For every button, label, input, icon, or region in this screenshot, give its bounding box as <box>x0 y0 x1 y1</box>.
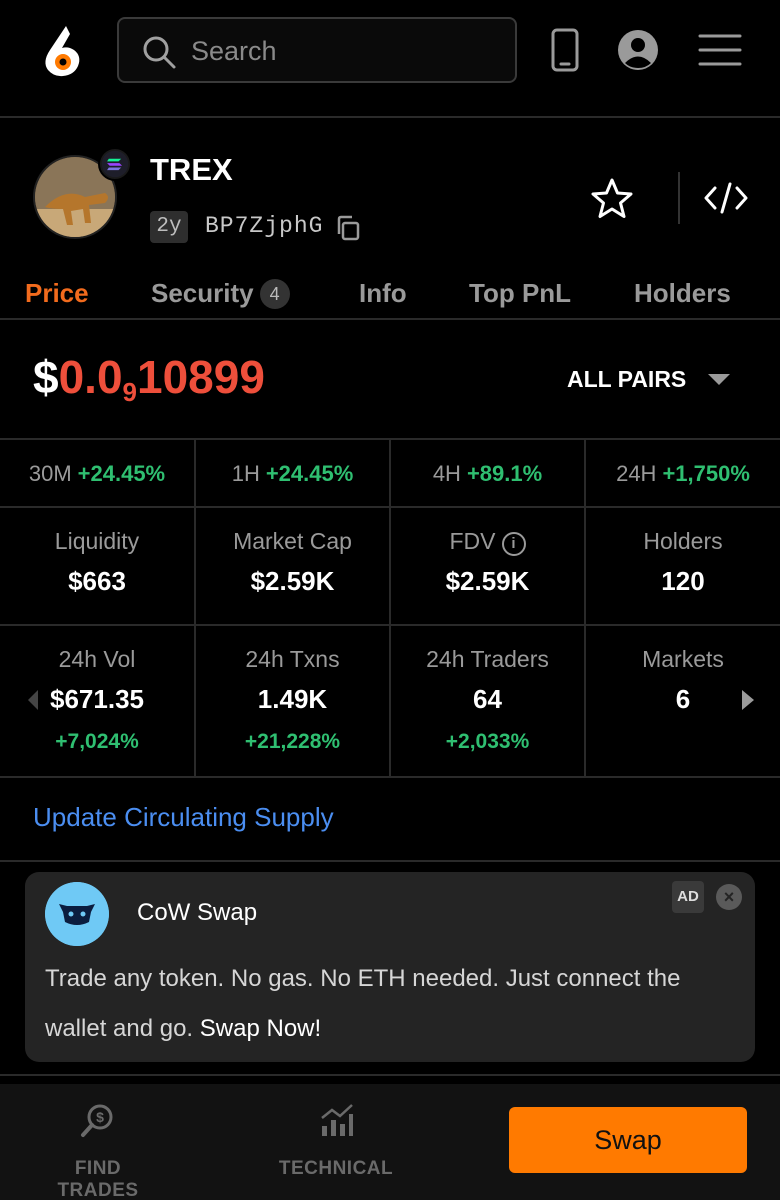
stat-24h-txns: 24h Txns 1.49K +21,228% <box>196 626 391 776</box>
stat-market-cap: Market Cap $2.59K <box>196 508 391 624</box>
divider <box>0 860 780 862</box>
close-icon[interactable]: × <box>716 884 742 910</box>
stat-change: +7,024% <box>55 730 139 753</box>
update-circulating-supply-link[interactable]: Update Circulating Supply <box>33 802 334 833</box>
token-age-badge: 2y <box>150 211 188 243</box>
search-box[interactable] <box>117 17 517 83</box>
ad-card[interactable]: CoW Swap AD × Trade any token. No gas. N… <box>25 872 755 1062</box>
price-zero-count: 9 <box>122 377 138 407</box>
find-trades-button[interactable]: $ FIND TRADES <box>33 1102 163 1200</box>
ad-name: CoW Swap <box>137 899 258 926</box>
swap-button[interactable]: Swap <box>509 1107 747 1173</box>
stat-label: Markets <box>642 646 724 672</box>
all-pairs-dropdown[interactable]: ALL PAIRS <box>567 366 686 393</box>
ad-badge: AD <box>672 881 704 913</box>
stat-value: 64 <box>473 684 502 714</box>
token-tabs: Price Security 4 Info Top PnL Holders <box>0 270 780 320</box>
favorite-star-icon[interactable] <box>590 177 634 221</box>
stat-label: Holders <box>643 528 723 554</box>
token-header: TREX 2y BP7ZjphG <box>0 120 780 270</box>
top-header <box>0 0 780 118</box>
find-trades-label: FIND TRADES <box>57 1158 139 1200</box>
mobile-app-icon[interactable] <box>543 28 587 72</box>
ad-text: Trade any token. No gas. No ETH needed. … <box>45 954 735 1054</box>
stat-label: 24h Traders <box>426 646 549 672</box>
technical-chart-icon <box>321 1104 353 1136</box>
stat-change: +21,228% <box>244 730 341 753</box>
timeframe-30m[interactable]: 30M +24.45% <box>0 440 196 508</box>
stat-label: FDV <box>449 528 496 554</box>
divider <box>0 1074 780 1076</box>
stat-value: 120 <box>661 566 705 596</box>
stat-label: Liquidity <box>54 528 140 554</box>
token-stats-24h: 24h Vol $671.35 +7,024% 24h Txns 1.49K +… <box>0 626 780 778</box>
scroll-left-arrow-icon[interactable] <box>28 690 38 710</box>
security-count-badge: 4 <box>259 279 290 309</box>
stat-value: $2.59K <box>445 566 530 596</box>
stat-fdv: FDV i $2.59K <box>391 508 586 624</box>
timeframe-change: +89.1% <box>466 461 543 486</box>
info-icon[interactable]: i <box>501 532 526 556</box>
stat-value: 1.49K <box>257 684 328 714</box>
embed-code-icon[interactable] <box>704 180 748 216</box>
timeframe-1h[interactable]: 1H +24.45% <box>196 440 391 508</box>
ad-body: Trade any token. No gas. No ETH needed. … <box>45 965 681 1042</box>
price-digits: 10899 <box>137 351 265 403</box>
timeframe-label: 24H <box>616 461 657 486</box>
timeframe-change: +24.45% <box>265 461 354 486</box>
cow-swap-logo-icon <box>45 882 109 946</box>
price-currency: $ <box>33 351 59 403</box>
stat-liquidity: Liquidity $663 <box>0 508 196 624</box>
divider <box>678 172 680 224</box>
stat-change: +2,033% <box>445 730 530 753</box>
tab-security[interactable]: Security 4 <box>151 278 290 309</box>
timeframe-change: +1,750% <box>662 461 750 486</box>
timeframe-4h[interactable]: 4H +89.1% <box>391 440 586 508</box>
stat-label: Market Cap <box>233 528 352 554</box>
copy-icon[interactable] <box>334 214 362 242</box>
stat-24h-traders: 24h Traders 64 +2,033% <box>391 626 586 776</box>
hamburger-menu-icon[interactable] <box>698 28 742 72</box>
timeframe-24h[interactable]: 24H +1,750% <box>586 440 780 508</box>
solana-chain-icon <box>98 147 132 181</box>
search-input[interactable] <box>191 29 501 73</box>
token-price: $0.0910899 <box>33 350 265 408</box>
timeframe-label: 30M <box>28 461 72 486</box>
tab-info[interactable]: Info <box>359 278 407 309</box>
timeframe-label: 1H <box>231 461 260 486</box>
tab-price[interactable]: Price <box>25 278 89 309</box>
technical-button[interactable]: TECHNICAL <box>278 1102 394 1180</box>
find-trades-icon: $ <box>81 1104 113 1137</box>
token-address[interactable]: BP7ZjphG <box>205 213 323 239</box>
timeframe-changes: 30M +24.45% 1H +24.45% 4H +89.1% 24H +1,750% <box>0 438 780 508</box>
tab-holders[interactable]: Holders <box>634 278 731 309</box>
svg-text:$: $ <box>96 1109 104 1125</box>
price-lead: 0.0 <box>58 351 123 403</box>
search-icon <box>143 36 176 69</box>
technical-label: TECHNICAL <box>278 1158 394 1179</box>
ad-cta-link[interactable]: Swap Now! <box>200 1015 321 1042</box>
tab-security-label: Security <box>151 278 254 308</box>
stat-label-wrap: FDV i <box>391 528 584 556</box>
scroll-right-arrow-icon[interactable] <box>742 690 754 710</box>
timeframe-change: +24.45% <box>77 461 166 486</box>
stat-value: $2.59K <box>250 566 335 596</box>
user-account-icon[interactable] <box>616 28 660 72</box>
price-row: $0.0910899 ALL PAIRS <box>0 322 780 438</box>
stat-value: $663 <box>68 566 126 596</box>
timeframe-label: 4H <box>432 461 461 486</box>
chevron-down-icon[interactable] <box>708 374 730 385</box>
app-logo-icon[interactable] <box>36 24 84 78</box>
token-name: TREX <box>150 152 233 187</box>
bottom-action-bar: $ FIND TRADES TECHNICAL Swap <box>0 1084 780 1200</box>
stat-holders: Holders 120 <box>586 508 780 624</box>
stat-label: 24h Txns <box>245 646 340 672</box>
stat-label: 24h Vol <box>58 646 136 672</box>
tab-top-pnl[interactable]: Top PnL <box>469 278 571 309</box>
token-stats: Liquidity $663 Market Cap $2.59K FDV i $2… <box>0 508 780 626</box>
